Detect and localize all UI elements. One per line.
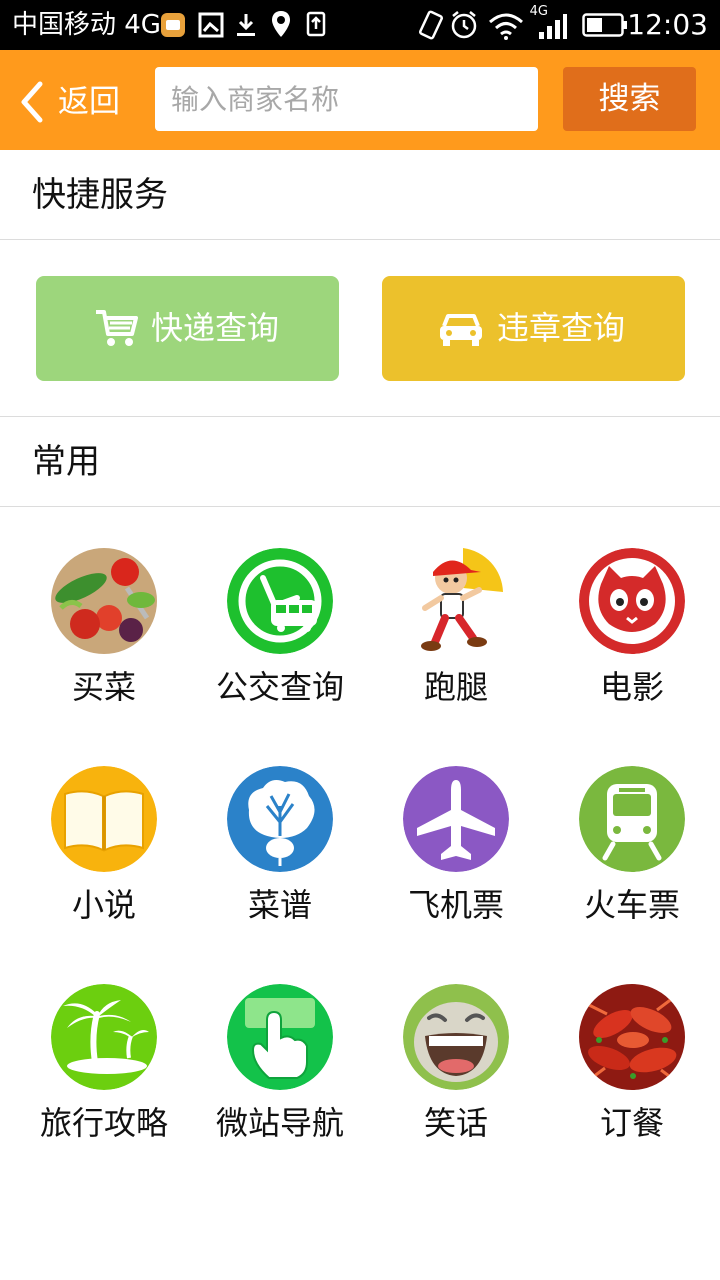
laughing-face-icon [403,984,509,1090]
upload-icon [306,11,326,37]
finger-tap-icon [227,984,333,1090]
signal-icon [539,14,567,39]
grid-label: 笑话 [423,1104,488,1142]
grid-item-train-tickets[interactable]: 火车票 [544,766,720,966]
merchant-search-input[interactable] [155,67,538,131]
shopping-cart-icon [96,310,138,346]
wallet-badge-icon [161,13,185,37]
grid-label: 火车票 [583,886,680,924]
train-icon [579,766,685,872]
chevron-left-icon [21,81,43,123]
express-query-label: 快递查询 [151,309,280,347]
grid-item-flight-tickets[interactable]: 飞机票 [368,766,544,966]
car-icon [440,314,482,346]
image-icon [198,12,224,38]
location-pin-icon [272,11,290,37]
battery-icon [582,13,627,37]
grid-item-bus-query[interactable]: 公交查询 [192,548,368,748]
grid-item-jokes[interactable]: 笑话 [368,984,544,1184]
express-query-button[interactable]: 快递查询 [36,276,339,381]
grid-item-travel-guide[interactable]: 旅行攻略 [16,984,192,1184]
top-bar: 返回 搜索 [0,50,720,150]
grid-label: 订餐 [599,1104,664,1142]
grid-item-order-food[interactable]: 订餐 [544,984,720,1184]
section-title-common: 常用 [32,442,100,482]
back-label: 返回 [58,84,120,120]
palm-island-icon [51,984,157,1090]
traffic-violation-query-button[interactable]: 违章查询 [382,276,685,381]
runner-boy-icon [403,548,509,654]
grid-item-buy-vegetables[interactable]: 买菜 [16,548,192,748]
open-book-icon [51,766,157,872]
traffic-violation-label: 违章查询 [497,309,626,347]
clock: 12:03 [627,8,708,41]
download-icon [237,14,255,36]
section-title-quick-services: 快捷服务 [32,175,168,215]
grid-item-novel[interactable]: 小说 [16,766,192,966]
common-header: 常用 [0,417,720,507]
cat-face-icon [579,548,685,654]
wifi-icon [489,13,523,40]
grid-item-recipe[interactable]: 菜谱 [192,766,368,966]
bus-clock-icon [227,548,333,654]
grid-label: 小说 [71,886,136,924]
crayfish-icon [579,984,685,1090]
cabbage-icon [227,766,333,872]
grid-label: 公交查询 [215,668,344,706]
alarm-icon [451,11,477,39]
grid-item-microsite-nav[interactable]: 微站导航 [192,984,368,1184]
vibrate-icon [418,10,444,40]
grid-label: 电影 [599,668,664,706]
grid-item-movie[interactable]: 电影 [544,548,720,748]
grid-label: 飞机票 [407,886,504,924]
airplane-icon [403,766,509,872]
search-button[interactable]: 搜索 [563,67,696,131]
status-bar: 中国移动 4G 4G 12:03 [0,0,720,50]
carrier-label: 中国移动 4G [12,10,161,40]
vegetables-icon [51,548,157,654]
grid-label: 买菜 [71,668,136,706]
grid-label: 旅行攻略 [39,1104,168,1142]
back-button[interactable]: 返回 [18,76,138,126]
grid-label: 微站导航 [215,1104,344,1142]
grid-label: 跑腿 [423,668,488,706]
grid-item-errand[interactable]: 跑腿 [368,548,544,748]
grid-label: 菜谱 [247,886,312,924]
quick-services-header: 快捷服务 [0,150,720,240]
